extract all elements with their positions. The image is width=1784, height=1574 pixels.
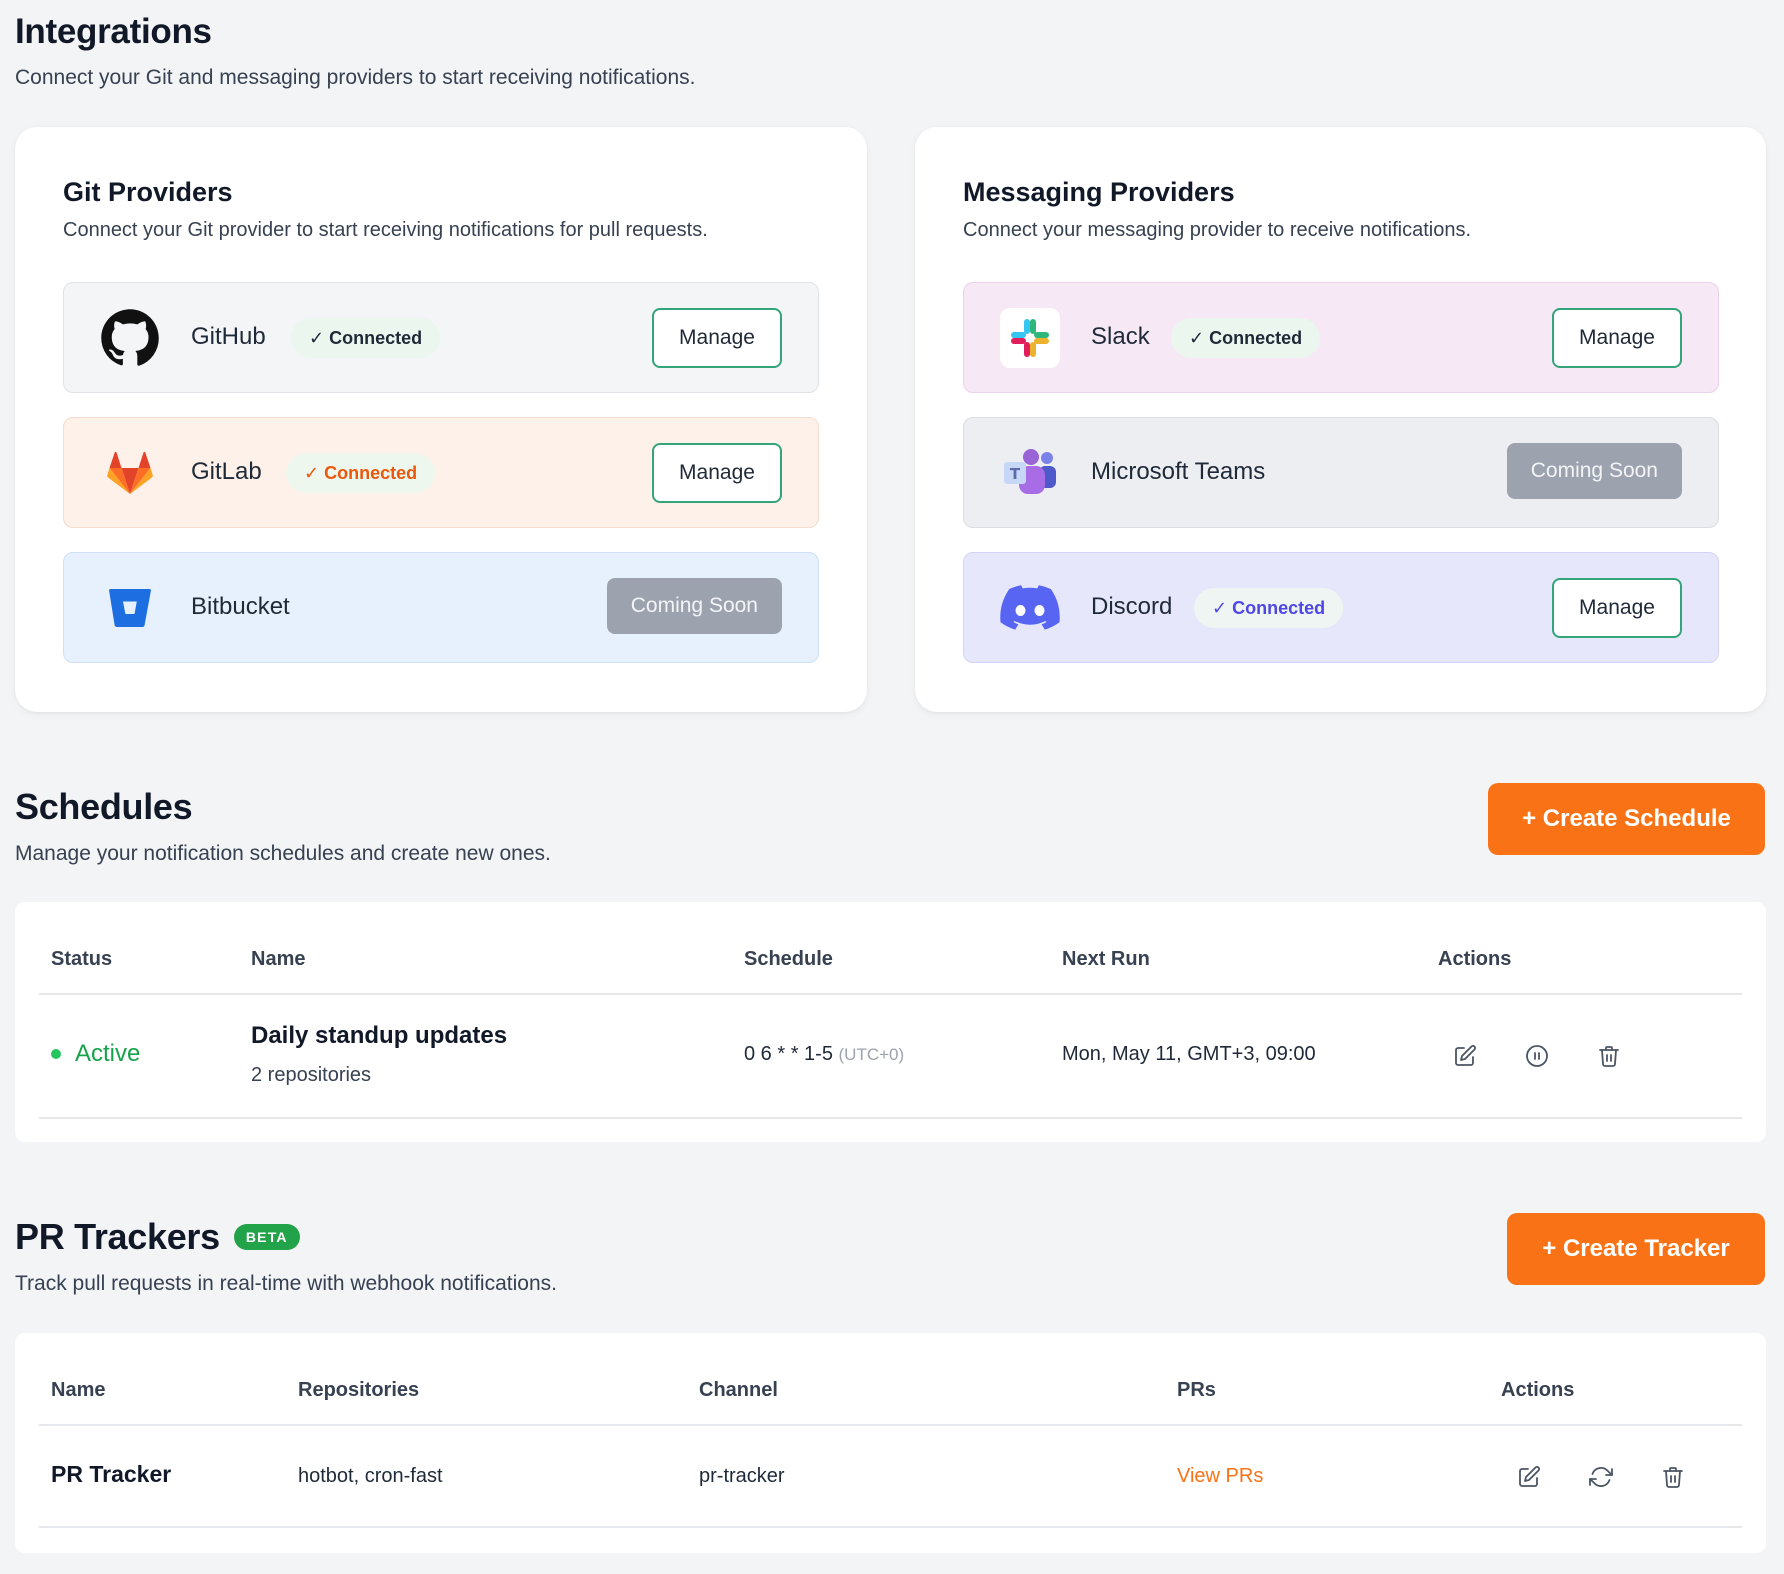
schedule-name-cell: Daily standup updates 2 repositories [251, 1022, 507, 1087]
teams-icon: T [1000, 443, 1060, 503]
trackers-header: PR Trackers BETA Track pull requests in … [15, 1216, 557, 1296]
git-providers-subtitle: Connect your Git provider to start recei… [63, 219, 708, 241]
github-icon [100, 308, 160, 368]
provider-discord: Discord ✓ Connected Manage [963, 552, 1719, 663]
create-schedule-button[interactable]: + Create Schedule [1488, 783, 1765, 855]
status-dot-icon [51, 1049, 61, 1059]
tracker-channel: pr-tracker [699, 1465, 785, 1487]
column-header-schedule: Schedule [744, 948, 833, 970]
connected-badge: ✓ Connected [286, 453, 436, 493]
provider-gitlab: GitLab ✓ Connected Manage [63, 417, 819, 528]
schedule-next-run: Mon, May 11, GMT+3, 09:00 [1062, 1043, 1316, 1065]
page-subtitle: Connect your Git and messaging providers… [15, 66, 696, 89]
provider-name: GitHub [191, 323, 266, 350]
provider-name: Slack [1091, 323, 1150, 350]
provider-microsoft-teams: T Microsoft Teams Coming Soon [963, 417, 1719, 528]
view-prs-link[interactable]: View PRs [1177, 1465, 1263, 1488]
schedule-name: Daily standup updates [251, 1022, 508, 1049]
bitbucket-icon [100, 578, 160, 638]
header-divider [39, 993, 1742, 995]
slack-manage-button[interactable]: Manage [1552, 308, 1682, 368]
connected-badge: ✓ Connected [1171, 318, 1321, 358]
messaging-providers-subtitle: Connect your messaging provider to recei… [963, 219, 1472, 241]
messaging-providers-title: Messaging Providers [963, 177, 1235, 207]
row-divider [39, 1526, 1742, 1528]
provider-name: Discord [1091, 593, 1173, 620]
schedules-subtitle: Manage your notification schedules and c… [15, 842, 551, 865]
discord-manage-button[interactable]: Manage [1552, 578, 1682, 638]
trackers-title-row: PR Trackers BETA [15, 1216, 557, 1258]
pause-icon[interactable] [1523, 1042, 1551, 1070]
schedule-cron: 0 6 * * 1-5 [744, 1043, 833, 1065]
trackers-table: Name Repositories Channel PRs Actions PR… [15, 1333, 1766, 1553]
column-header-name: Name [251, 948, 306, 970]
git-providers-title: Git Providers [63, 177, 233, 207]
status-label: Active [75, 1040, 141, 1067]
trackers-subtitle: Track pull requests in real-time with we… [15, 1272, 557, 1295]
schedule-cron-cell: 0 6 * * 1-5 (UTC+0) [744, 1043, 904, 1066]
provider-name: GitLab [191, 458, 262, 485]
create-tracker-button[interactable]: + Create Tracker [1507, 1213, 1765, 1285]
integrations-header: Integrations Connect your Git and messag… [15, 12, 696, 90]
schedules-header: Schedules Manage your notification sched… [15, 786, 551, 866]
teams-coming-soon-button: Coming Soon [1506, 443, 1682, 499]
column-header-name: Name [51, 1379, 106, 1401]
column-header-repositories: Repositories [298, 1379, 420, 1401]
column-header-status: Status [51, 948, 113, 970]
slack-icon [1000, 308, 1060, 368]
bitbucket-coming-soon-button: Coming Soon [606, 578, 782, 634]
trash-icon[interactable] [1659, 1463, 1687, 1491]
provider-github: GitHub ✓ Connected Manage [63, 282, 819, 393]
discord-icon [1000, 578, 1060, 638]
column-header-actions: Actions [1501, 1379, 1575, 1401]
provider-name: Microsoft Teams [1091, 458, 1266, 485]
page-title: Integrations [15, 12, 212, 51]
schedules-table: Status Name Schedule Next Run Actions Ac… [15, 902, 1766, 1142]
status-active: Active [51, 1040, 140, 1068]
schedule-repos: 2 repositories [251, 1064, 372, 1086]
provider-slack: Slack ✓ Connected Manage [963, 282, 1719, 393]
git-providers-card: Git Providers Connect your Git provider … [15, 127, 867, 712]
column-header-next-run: Next Run [1062, 948, 1150, 970]
schedules-title: Schedules [15, 786, 193, 827]
column-header-prs: PRs [1177, 1379, 1216, 1401]
trash-icon[interactable] [1595, 1042, 1623, 1070]
connected-badge: ✓ Connected [291, 318, 441, 358]
messaging-providers-card: Messaging Providers Connect your messagi… [915, 127, 1766, 712]
github-manage-button[interactable]: Manage [652, 308, 782, 368]
connected-badge: ✓ Connected [1194, 588, 1344, 628]
trackers-title: PR Trackers [15, 1216, 220, 1257]
provider-name: Bitbucket [191, 593, 290, 620]
schedule-timezone: (UTC+0) [838, 1045, 905, 1064]
tracker-repositories: hotbot, cron-fast [298, 1465, 443, 1487]
provider-bitbucket: Bitbucket Coming Soon [63, 552, 819, 663]
column-header-channel: Channel [699, 1379, 778, 1401]
svg-text:T: T [1010, 465, 1021, 483]
refresh-icon[interactable] [1587, 1463, 1615, 1491]
tracker-name: PR Tracker [51, 1461, 172, 1487]
edit-icon[interactable] [1451, 1042, 1479, 1070]
gitlab-manage-button[interactable]: Manage [652, 443, 782, 503]
edit-icon[interactable] [1515, 1463, 1543, 1491]
beta-badge: BETA [233, 1224, 300, 1250]
row-divider [39, 1117, 1742, 1119]
gitlab-icon [100, 443, 160, 503]
column-header-actions: Actions [1438, 948, 1512, 970]
header-divider [39, 1424, 1742, 1426]
